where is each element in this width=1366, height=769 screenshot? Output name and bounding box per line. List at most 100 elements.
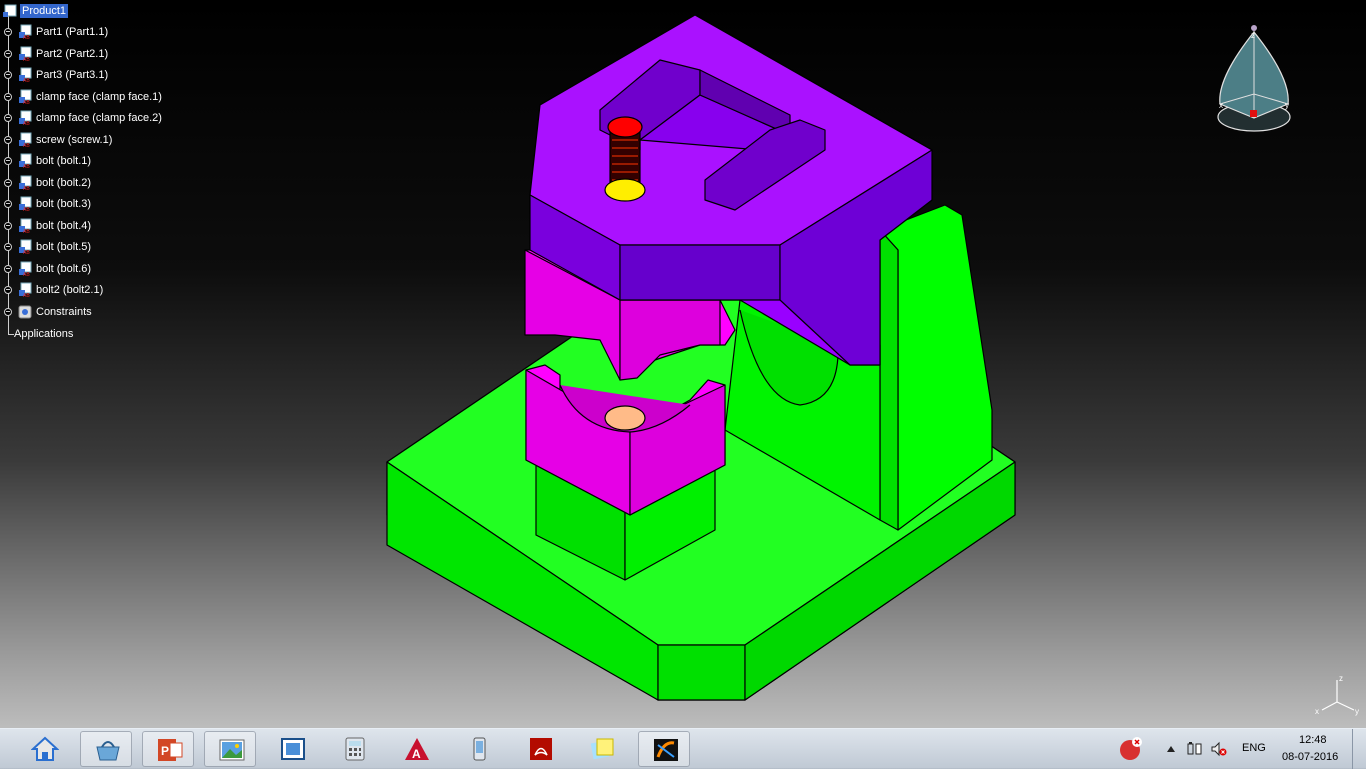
antivirus-icon bbox=[1120, 737, 1142, 760]
tray-antivirus-button[interactable] bbox=[1104, 731, 1154, 767]
part-icon: AB bbox=[19, 261, 32, 277]
tree-expand-icon[interactable] bbox=[4, 93, 12, 101]
constraints-icon bbox=[18, 305, 32, 319]
tree-applications-label[interactable]: Applications bbox=[14, 327, 73, 341]
svg-text:AB: AB bbox=[23, 121, 30, 126]
axis-y-label: y bbox=[1355, 707, 1359, 716]
part-icon: AB bbox=[19, 153, 32, 169]
specification-tree: Product1 AB Part1 (Part1.1) AB Part2 (Pa… bbox=[0, 0, 200, 345]
tree-expand-icon[interactable] bbox=[4, 28, 12, 36]
window-app-icon bbox=[281, 738, 305, 760]
svg-text:AB: AB bbox=[23, 143, 30, 148]
home-icon bbox=[31, 736, 59, 761]
tree-expand-icon[interactable] bbox=[4, 243, 12, 251]
volume-muted-icon[interactable] bbox=[1210, 741, 1228, 757]
taskbar-button-basket[interactable] bbox=[80, 731, 132, 767]
show-desktop-button[interactable] bbox=[1352, 729, 1366, 769]
taskbar: P A ENG 12:48 08-07-2016 bbox=[0, 728, 1366, 769]
axis-triad-icon: z x y bbox=[1315, 674, 1359, 716]
phone-icon bbox=[473, 737, 486, 761]
basket-icon bbox=[96, 741, 120, 761]
calculator-icon bbox=[345, 737, 365, 761]
part-icon: AB bbox=[19, 175, 32, 191]
tree-expand-icon[interactable] bbox=[4, 157, 12, 165]
part-icon: AB bbox=[19, 132, 32, 148]
svg-text:P: P bbox=[161, 744, 169, 758]
language-indicator[interactable]: ENG bbox=[1242, 742, 1266, 754]
part-icon: AB bbox=[19, 46, 32, 62]
svg-text:AB: AB bbox=[23, 164, 30, 169]
tree-expand-icon[interactable] bbox=[4, 50, 12, 58]
tree-item-label[interactable]: clamp face (clamp face.2) bbox=[36, 111, 162, 125]
svg-text:AB: AB bbox=[23, 229, 30, 234]
compass-icon[interactable]: z x y bbox=[1210, 22, 1300, 142]
sticky-notes-icon bbox=[590, 738, 614, 760]
taskbar-button-sticky-notes[interactable] bbox=[576, 731, 628, 767]
compass-x-label: x bbox=[1219, 101, 1223, 110]
tree-item-label[interactable]: bolt (bolt.1) bbox=[36, 154, 91, 168]
pdf-icon bbox=[530, 738, 552, 760]
svg-text:AB: AB bbox=[23, 207, 30, 212]
tree-constraints-label[interactable]: Constraints bbox=[36, 305, 92, 319]
tree-expand-icon[interactable] bbox=[4, 222, 12, 230]
tree-expand-icon[interactable] bbox=[4, 200, 12, 208]
tree-item-label[interactable]: Part2 (Part2.1) bbox=[36, 47, 108, 61]
tree-item-label[interactable]: screw (screw.1) bbox=[36, 133, 112, 147]
svg-text:AB: AB bbox=[23, 186, 30, 191]
svg-text:AB: AB bbox=[23, 35, 30, 40]
taskbar-button-autocad[interactable]: A bbox=[390, 731, 442, 767]
svg-text:AB: AB bbox=[23, 57, 30, 62]
catia-icon bbox=[654, 739, 678, 761]
tree-expand-icon[interactable] bbox=[4, 71, 12, 79]
tree-expand-icon[interactable] bbox=[4, 286, 12, 294]
tray-expand-icon[interactable] bbox=[1166, 745, 1176, 753]
taskbar-button-catia[interactable] bbox=[638, 731, 690, 767]
tree-expand-icon[interactable] bbox=[4, 179, 12, 187]
tree-item-label[interactable]: bolt (bolt.3) bbox=[36, 197, 91, 211]
tree-expand-icon[interactable] bbox=[4, 308, 12, 316]
svg-text:AB: AB bbox=[23, 78, 30, 83]
taskbar-button-home[interactable] bbox=[18, 731, 70, 767]
svg-text:AB: AB bbox=[23, 250, 30, 255]
part-icon: AB bbox=[19, 218, 32, 234]
tree-item-label[interactable]: bolt2 (bolt2.1) bbox=[36, 283, 103, 297]
part-icon: AB bbox=[19, 89, 32, 105]
part-icon: AB bbox=[19, 110, 32, 126]
powerpoint-icon: P bbox=[158, 739, 183, 761]
tree-item-label[interactable]: bolt (bolt.2) bbox=[36, 176, 91, 190]
tree-item-label[interactable]: bolt (bolt.6) bbox=[36, 262, 91, 276]
svg-text:A: A bbox=[412, 747, 421, 761]
part-icon: AB bbox=[19, 239, 32, 255]
taskbar-button-powerpoint[interactable]: P bbox=[142, 731, 194, 767]
part-icon: AB bbox=[19, 282, 32, 298]
tree-item-label[interactable]: bolt (bolt.5) bbox=[36, 240, 91, 254]
compass-z-label: z bbox=[1251, 31, 1255, 40]
svg-text:AB: AB bbox=[23, 293, 30, 298]
taskbar-button-pdf[interactable] bbox=[514, 731, 566, 767]
taskbar-button-calculator[interactable] bbox=[328, 731, 380, 767]
tree-root-label[interactable]: Product1 bbox=[20, 4, 69, 18]
tree-expand-icon[interactable] bbox=[4, 136, 12, 144]
svg-text:AB: AB bbox=[23, 100, 30, 105]
tree-expand-icon[interactable] bbox=[4, 114, 12, 122]
clock-date[interactable]: 08-07-2016 bbox=[1282, 751, 1338, 763]
battery-icon[interactable] bbox=[1186, 741, 1204, 757]
product-icon bbox=[3, 4, 17, 17]
taskbar-button-picture-viewer[interactable] bbox=[204, 731, 256, 767]
tree-item-label[interactable]: bolt (bolt.4) bbox=[36, 219, 91, 233]
tree-branch-line bbox=[8, 325, 9, 334]
tree-item-label[interactable]: clamp face (clamp face.1) bbox=[36, 90, 162, 104]
part-icon: AB bbox=[19, 24, 32, 40]
picture-viewer-icon bbox=[219, 739, 245, 761]
taskbar-button-phone[interactable] bbox=[452, 731, 504, 767]
tree-item-label[interactable]: Part1 (Part1.1) bbox=[36, 25, 108, 39]
axis-z-label: z bbox=[1339, 674, 1343, 683]
3d-viewport[interactable] bbox=[0, 0, 1366, 728]
screw[interactable] bbox=[604, 116, 646, 202]
tree-expand-icon[interactable] bbox=[4, 265, 12, 273]
clock-time[interactable]: 12:48 bbox=[1299, 734, 1327, 746]
part-icon: AB bbox=[19, 67, 32, 83]
taskbar-button-window[interactable] bbox=[266, 731, 318, 767]
tree-item-label[interactable]: Part3 (Part3.1) bbox=[36, 68, 108, 82]
axis-x-label: x bbox=[1315, 707, 1319, 716]
